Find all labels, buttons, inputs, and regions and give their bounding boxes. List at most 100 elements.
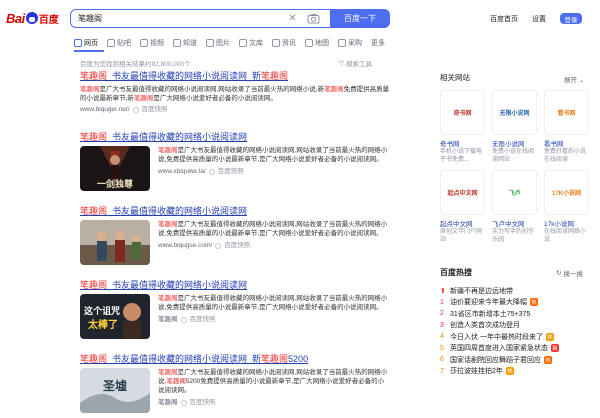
site-name[interactable]: 奇书网 xyxy=(440,138,485,148)
related-site[interactable]: 飞卢 飞卢中文网 实力写手的创作乐园 xyxy=(492,170,537,244)
camera-icon[interactable] xyxy=(307,13,320,24)
site-name[interactable]: 飞卢中文网 xyxy=(492,218,537,228)
site-logo[interactable]: 奇书网 xyxy=(440,90,485,135)
tab-more[interactable]: 更多 xyxy=(371,37,385,49)
baidu-logo[interactable]: Bai 百度 xyxy=(6,8,59,28)
result-title[interactable]: 笔趣阁_书友最值得收藏的网络小说阅读网 xyxy=(80,132,390,143)
site-name[interactable]: 无限小说网 xyxy=(492,138,537,148)
site-desc: 手机小说下载电子书免费... xyxy=(440,149,483,163)
logo-text: Bai xyxy=(6,10,25,26)
hot-search-item[interactable]: 3 创造人类首次成功登月 xyxy=(440,320,595,332)
result-url[interactable]: 笔趣阁 xyxy=(158,316,178,324)
active-tab-indicator xyxy=(74,50,104,52)
paw-icon xyxy=(25,12,38,24)
tab-label: 地图 xyxy=(315,40,329,47)
related-site[interactable]: 看书网 看书网 免费好看的小说在线阅读 xyxy=(544,90,589,164)
expand-button[interactable]: 展开 ⌄ xyxy=(564,74,584,84)
login-button[interactable]: 登录 xyxy=(560,13,582,24)
site-logo[interactable]: 17K小说网 xyxy=(544,170,589,215)
highlight-keyword: 笔趣阁 xyxy=(80,132,108,142)
tab-web[interactable]: 网页 xyxy=(74,37,98,49)
site-logo[interactable]: 起点中文网 xyxy=(440,170,485,215)
search-input[interactable] xyxy=(78,13,278,24)
pin-icon: ⬆ xyxy=(440,287,446,295)
text-segment: 是广大网络小说爱好者必备的小说阅读网。 xyxy=(153,95,277,102)
tab-map[interactable]: 地图 xyxy=(305,37,329,49)
text-segment: 是广大书友最值得收藏的网络小说阅读网,网站收录了当前最火热的网络小说,免费提供高… xyxy=(158,147,388,163)
refresh-button[interactable]: ↻ 换一换 xyxy=(556,268,583,278)
result-url[interactable]: www.biquger.net/ xyxy=(80,106,130,114)
hot-search-item[interactable]: ⬆ 新疆不再是边远地带 xyxy=(440,285,595,297)
related-site[interactable]: 17K小说网 17k小说网 在线阅读网络小说 xyxy=(544,170,589,244)
related-site[interactable]: 奇书网 奇书网 手机小说下载电子书免费... xyxy=(440,90,485,164)
highlight-keyword: 笔趣阁 xyxy=(158,295,178,302)
related-site[interactable]: 起点中文网 起点中文网 原创文学门户网站 xyxy=(440,170,485,244)
site-logo[interactable]: 无限小说网 xyxy=(492,90,537,135)
result-title[interactable]: 笔趣阁_书友最值得收藏的网络小说阅读网 xyxy=(80,206,390,217)
result-thumbnail[interactable]: 一剑独尊 xyxy=(80,146,150,191)
highlight-keyword: 笔趣阁 xyxy=(80,71,108,81)
tab-wenku[interactable]: 文库 xyxy=(239,37,263,49)
hot-search-item[interactable]: 7 莎拉波娃挂拍2年热 xyxy=(440,366,595,378)
result-title[interactable]: 笔趣阁_书友最值得收藏的网络小说阅读网_新笔趣阁 xyxy=(80,71,390,82)
nav-settings-link[interactable]: 设置 xyxy=(532,14,546,24)
snapshot-link[interactable]: 百度快照 xyxy=(190,316,216,324)
site-logo[interactable]: 飞卢 xyxy=(492,170,537,215)
related-sites: 奇书网 奇书网 手机小说下载电子书免费... 无限小说网 无限小说网 免费小说在线阅读网站… xyxy=(440,90,590,244)
question-icon xyxy=(173,39,181,47)
result-desc: 笔趣阁是广大书友最值得收藏的网络小说阅读网,网站收录了当前最火热的网络小说,免费… xyxy=(158,220,388,238)
result-thumbnail[interactable] xyxy=(80,220,150,265)
hot-search-item[interactable]: 1 油价要迎来今年最大降幅热 xyxy=(440,297,595,309)
hot-title: 新疆不再是边远地带 xyxy=(450,287,513,295)
highlight-keyword: 笔趣阁 xyxy=(80,86,100,93)
site-name[interactable]: 看书网 xyxy=(544,138,589,148)
tab-tieba[interactable]: 贴吧 xyxy=(107,37,131,49)
search-icon xyxy=(74,39,82,47)
tab-video[interactable]: 视频 xyxy=(140,37,164,49)
search-button[interactable]: 百度一下 xyxy=(330,9,390,28)
text-segment: _书友最值得收藏的网络小说阅读网 xyxy=(107,206,248,216)
hot-search-item[interactable]: 2 31省区市新增本土75+375 xyxy=(440,308,595,320)
search-tools[interactable]: ▽ 搜索工具 xyxy=(339,58,372,68)
tab-label: 知道 xyxy=(183,40,197,47)
result-url[interactable]: 笔趣阁 xyxy=(158,399,178,407)
text-segment: 是广大书友最值得收藏的网络小说阅读网,网站收录了当前最火热的网络小说,免费提供高… xyxy=(158,221,388,237)
tab-purchase[interactable]: 采购 xyxy=(338,37,362,49)
snapshot-link[interactable]: 百度快照 xyxy=(224,242,250,250)
nav-home-link[interactable]: 百度首页 xyxy=(490,14,518,24)
hot-search-item[interactable]: 6 国家话剧院回应舞蹈子君回应热 xyxy=(440,354,595,366)
result-thumbnail[interactable]: 这个诅咒 太棒了 xyxy=(80,294,150,339)
search-tools-label: 搜索工具 xyxy=(346,61,372,68)
result-thumbnail[interactable]: 圣墟 xyxy=(80,368,150,413)
site-desc: 免费好看的小说在线阅读 xyxy=(544,149,587,163)
hot-search-list: ⬆ 新疆不再是边远地带 1 油价要迎来今年最大降幅热 2 31省区市新增本土75+375 3… xyxy=(440,285,595,377)
hot-search-item[interactable]: 5 英国四周首度进入国家紧急状态新 xyxy=(440,343,595,355)
tab-news[interactable]: 资讯 xyxy=(272,37,296,49)
result-title[interactable]: 笔趣阁_书友最值得收藏的网络小说阅读网 xyxy=(80,280,390,291)
result-url-line: www.biqugse.com/ 百度快照 xyxy=(158,242,388,250)
hot-rank: 5 xyxy=(440,344,444,352)
result-url[interactable]: www.xbiquwx.la/ xyxy=(158,168,206,176)
site-name[interactable]: 17k小说网 xyxy=(544,218,589,228)
snapshot-link[interactable]: 百度快照 xyxy=(218,168,244,176)
result-title[interactable]: 笔趣阁_书友最值得收藏的网络小说阅读网_新笔趣阁5200 xyxy=(80,354,390,365)
hot-search-item[interactable]: 4 今日入伏 一年中最热时段来了热 xyxy=(440,331,595,343)
highlight-keyword: 笔趣阁 xyxy=(80,280,108,290)
tab-label: 网页 xyxy=(84,40,98,47)
highlight-keyword: 笔趣阁 xyxy=(158,369,178,376)
tab-image[interactable]: 图片 xyxy=(206,37,230,49)
site-logo[interactable]: 看书网 xyxy=(544,90,589,135)
result-url[interactable]: www.biqugse.com/ xyxy=(158,242,212,250)
hot-title: 31省区市新增本土75+375 xyxy=(450,310,531,318)
search-result: 笔趣阁_书友最值得收藏的网络小说阅读网 笔趣阁是广大书友最值得收藏的网络小说阅读… xyxy=(80,206,390,270)
snapshot-link[interactable]: 百度快照 xyxy=(190,399,216,407)
related-site[interactable]: 无限小说网 无限小说网 免费小说在线阅读网站 xyxy=(492,90,537,164)
result-body: 笔趣阁是广大书友最值得收藏的网络小说阅读网,网站收录了当前最火热的网络小说,免费… xyxy=(158,146,388,176)
tab-zhidao[interactable]: 知道 xyxy=(173,37,197,49)
result-desc: 笔趣阁是广大书友最值得收藏的网络小说阅读网,网站收录了当前最火热的网络小说,新笔… xyxy=(80,85,390,103)
close-icon[interactable]: ✕ xyxy=(287,13,298,24)
search-result: 笔趣阁_书友最值得收藏的网络小说阅读网_新笔趣阁 笔趣阁是广大书友最值得收藏的网… xyxy=(80,71,390,114)
search-tabs: 网页 贴吧 视频 知道 图片 文库 资讯 地图 采购 更多 xyxy=(74,37,394,49)
site-name[interactable]: 起点中文网 xyxy=(440,218,485,228)
snapshot-link[interactable]: 百度快照 xyxy=(142,106,168,114)
